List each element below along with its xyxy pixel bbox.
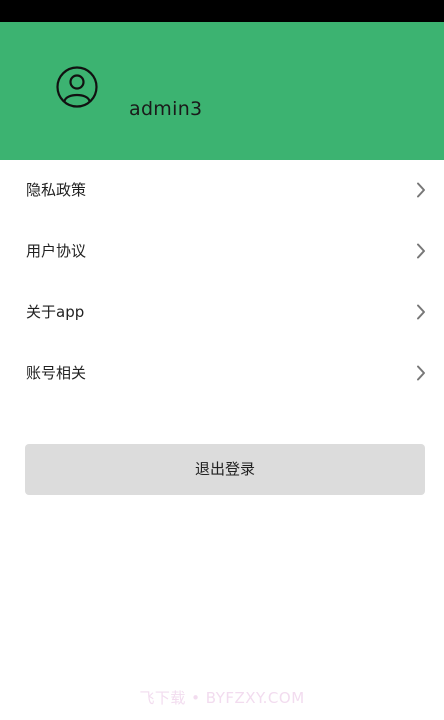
menu-item-label: 用户协议 (26, 242, 87, 260)
menu-item-label: 账号相关 (26, 364, 87, 382)
chevron-right-icon (416, 304, 426, 320)
menu-item-about-app[interactable]: 关于app (0, 282, 444, 343)
menu-item-account[interactable]: 账号相关 (0, 343, 444, 404)
menu-item-user-agreement[interactable]: 用户协议 (0, 221, 444, 282)
chevron-right-icon (416, 365, 426, 381)
menu-item-label: 隐私政策 (26, 181, 87, 199)
chevron-right-icon (416, 182, 426, 198)
logout-button-label: 退出登录 (194, 460, 255, 478)
username-label: admin3 (129, 98, 203, 120)
menu-item-label: 关于app (26, 303, 85, 321)
logout-button[interactable]: 退出登录 (25, 444, 425, 495)
menu-item-privacy-policy[interactable]: 隐私政策 (0, 160, 444, 221)
chevron-right-icon (416, 243, 426, 259)
user-circle-icon[interactable] (52, 66, 102, 108)
settings-menu: 隐私政策 用户协议 关于app 账号相关 (0, 160, 444, 404)
watermark: 飞下载 • BYFZXY.COM (139, 689, 305, 707)
status-bar (0, 0, 444, 22)
